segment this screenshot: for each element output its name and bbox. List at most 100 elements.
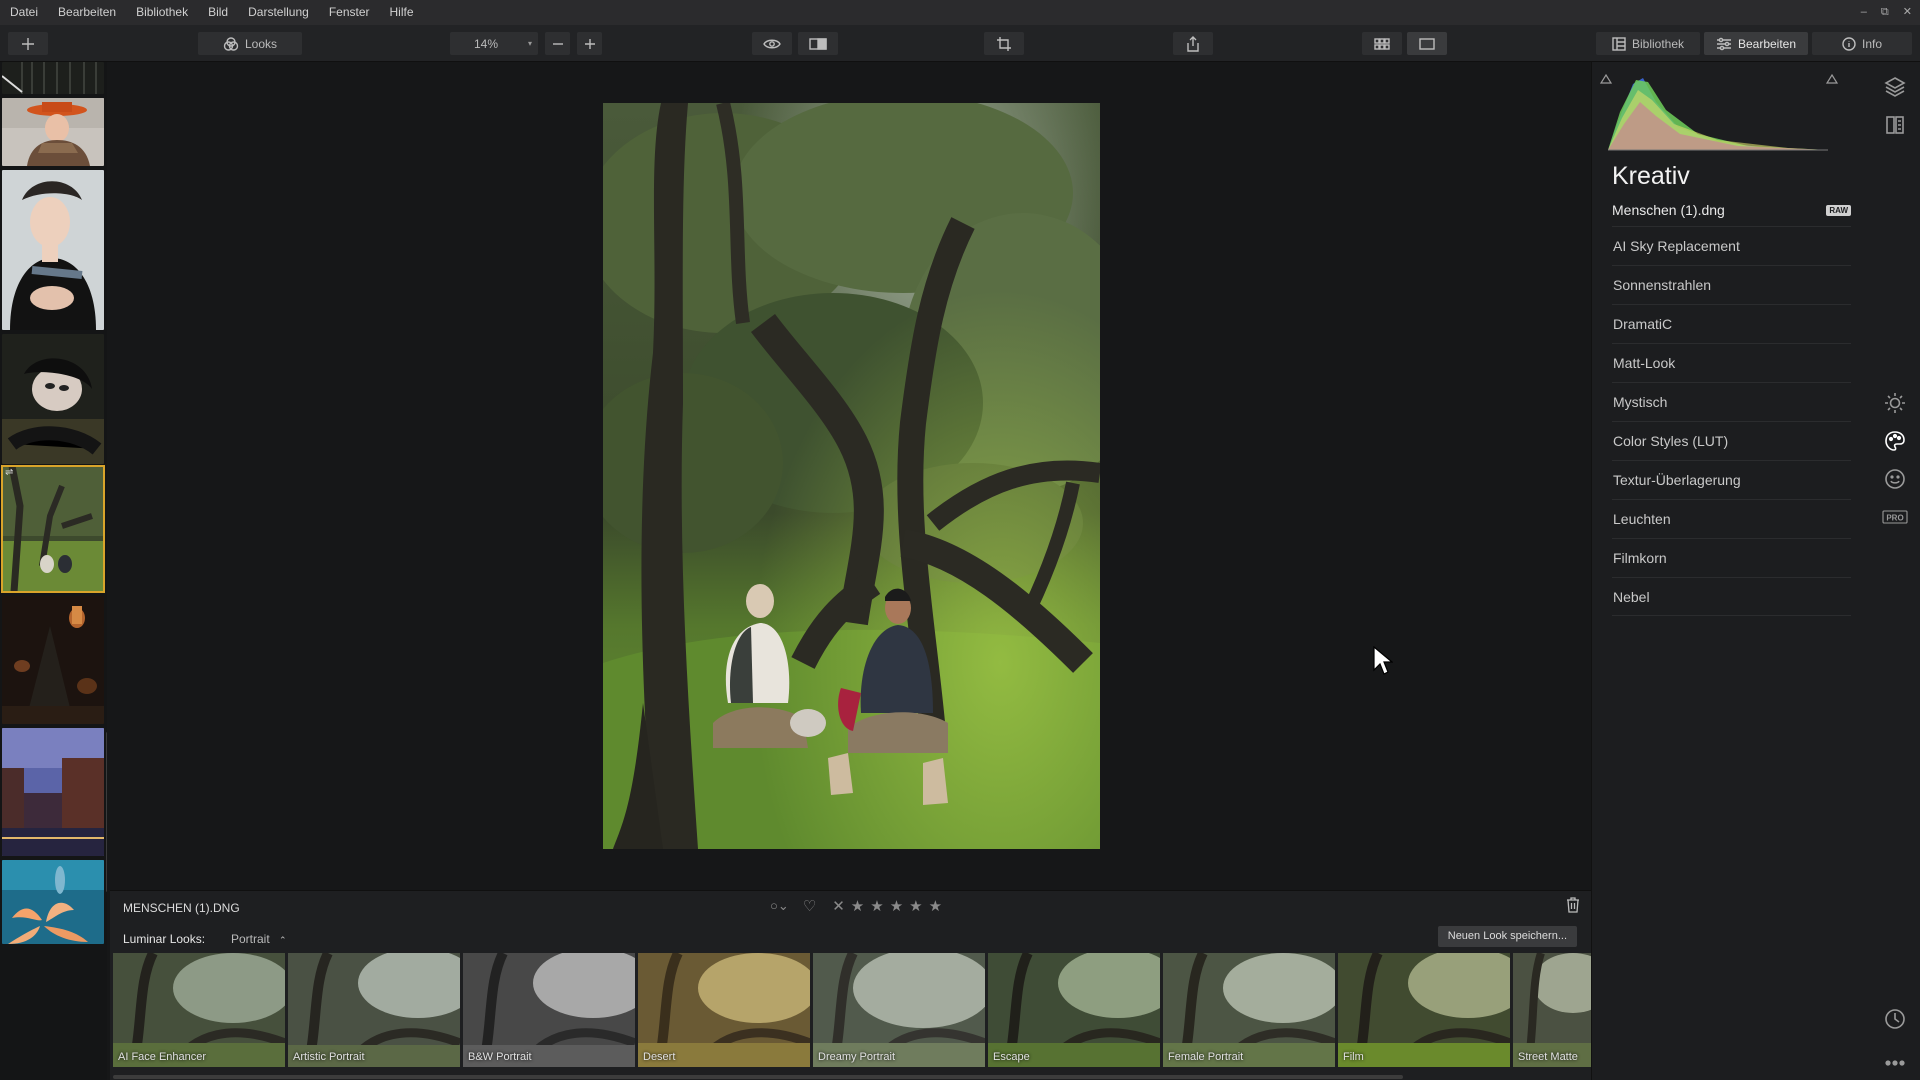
- look-preview: [463, 953, 635, 1067]
- face-icon[interactable]: [1882, 466, 1908, 492]
- looks-button[interactable]: Looks: [198, 32, 302, 55]
- star-3-icon[interactable]: ★: [890, 897, 903, 915]
- filmstrip-thumb[interactable]: [2, 596, 104, 724]
- sun-icon[interactable]: [1882, 390, 1908, 416]
- looks-strip: AI Face Enhancer Artistic Portrait B&W P…: [113, 953, 1591, 1067]
- histogram: [1608, 78, 1828, 151]
- star-4-icon[interactable]: ★: [909, 897, 922, 915]
- filmstrip-thumb[interactable]: [2, 98, 104, 166]
- look-thumb[interactable]: Desert: [638, 953, 810, 1067]
- look-title: Dreamy Portrait: [818, 1051, 896, 1063]
- look-preview: [813, 953, 985, 1067]
- look-thumb[interactable]: Escape: [988, 953, 1160, 1067]
- favorite-heart-icon[interactable]: ♡: [803, 897, 816, 915]
- grid-view-button[interactable]: [1362, 32, 1402, 55]
- compare-button[interactable]: [798, 32, 838, 55]
- tab-info[interactable]: Info: [1812, 32, 1912, 55]
- menu-bibliothek[interactable]: Bibliothek: [126, 0, 198, 25]
- look-title: AI Face Enhancer: [118, 1051, 207, 1063]
- close-icon[interactable]: ✕: [1903, 0, 1912, 25]
- preview-button[interactable]: [752, 32, 792, 55]
- library-icon: [1612, 36, 1626, 51]
- look-thumb[interactable]: AI Face Enhancer: [113, 953, 285, 1067]
- rating-bar: ○⌄ ♡ ✕ ★ ★ ★ ★ ★: [770, 897, 942, 915]
- look-thumb[interactable]: B&W Portrait: [463, 953, 635, 1067]
- tab-bearbeiten[interactable]: Bearbeiten: [1704, 32, 1808, 55]
- tool-mystisch[interactable]: Mystisch: [1612, 382, 1851, 421]
- tool-color-styles[interactable]: Color Styles (LUT): [1612, 421, 1851, 460]
- image-filename: MENSCHEN (1).DNG: [123, 901, 240, 915]
- panel-file-row: Menschen (1).dng RAW: [1612, 202, 1851, 218]
- look-thumb[interactable]: Artistic Portrait: [288, 953, 460, 1067]
- look-title: Escape: [993, 1051, 1030, 1063]
- tool-matt-look[interactable]: Matt-Look: [1612, 343, 1851, 382]
- looks-category-value: Portrait: [231, 932, 270, 946]
- tab-bibliothek[interactable]: Bibliothek: [1596, 32, 1700, 55]
- star-1-icon[interactable]: ★: [851, 897, 864, 915]
- single-view-button[interactable]: [1407, 32, 1447, 55]
- tool-textur-ueberlagerung[interactable]: Textur-Überlagerung: [1612, 460, 1851, 499]
- add-photos-button[interactable]: [8, 32, 48, 55]
- photo-image: [603, 103, 1100, 849]
- tab-bearbeiten-label: Bearbeiten: [1737, 36, 1797, 51]
- star-2-icon[interactable]: ★: [870, 897, 883, 915]
- minimize-icon[interactable]: –: [1861, 0, 1867, 25]
- menu-fenster[interactable]: Fenster: [319, 0, 380, 25]
- crop-button[interactable]: [984, 32, 1024, 55]
- reject-x-icon[interactable]: ✕: [832, 897, 845, 915]
- look-title: B&W Portrait: [468, 1051, 532, 1063]
- look-title: Female Portrait: [1168, 1051, 1244, 1063]
- tool-sonnenstrahlen[interactable]: Sonnenstrahlen: [1612, 265, 1851, 304]
- pro-icon[interactable]: PRO: [1882, 504, 1908, 530]
- menu-hilfe[interactable]: Hilfe: [380, 0, 424, 25]
- menu-bar: Datei Bearbeiten Bibliothek Bild Darstel…: [0, 0, 1920, 25]
- menu-bild[interactable]: Bild: [198, 0, 238, 25]
- look-preview: [1338, 953, 1510, 1067]
- looks-scrollbar[interactable]: [113, 1075, 1403, 1079]
- menu-darstellung[interactable]: Darstellung: [238, 0, 319, 25]
- tool-leuchten[interactable]: Leuchten: [1612, 499, 1851, 538]
- tool-nebel[interactable]: Nebel: [1612, 577, 1851, 616]
- restore-icon[interactable]: ⧉: [1881, 0, 1889, 25]
- filmstrip-thumb[interactable]: [2, 62, 104, 94]
- single-image-icon: [1419, 37, 1435, 50]
- look-thumb[interactable]: Female Portrait: [1163, 953, 1335, 1067]
- look-thumb[interactable]: Dreamy Portrait: [813, 953, 985, 1067]
- sliders-icon: [1716, 37, 1731, 50]
- look-title: Street Matte: [1518, 1051, 1578, 1063]
- save-new-look-button[interactable]: Neuen Look speichern...: [1437, 926, 1577, 947]
- filmstrip-scrollbar[interactable]: [106, 732, 107, 892]
- compare-panel-icon[interactable]: [1882, 112, 1908, 138]
- look-thumb[interactable]: Street Matte: [1513, 953, 1591, 1067]
- filmstrip-thumb[interactable]: [2, 334, 104, 464]
- share-button[interactable]: [1173, 32, 1213, 55]
- color-label-icon[interactable]: ○⌄: [770, 898, 789, 914]
- star-5-icon[interactable]: ★: [929, 897, 942, 915]
- more-icon[interactable]: [1882, 1050, 1908, 1076]
- layers-icon[interactable]: [1882, 74, 1908, 100]
- zoom-out-button[interactable]: [545, 32, 570, 55]
- filmstrip-thumb[interactable]: [2, 728, 104, 856]
- menu-datei[interactable]: Datei: [0, 0, 48, 25]
- filmstrip-thumb[interactable]: [2, 860, 104, 944]
- looks-category-select[interactable]: Portrait ⌃: [231, 932, 287, 946]
- palette-icon[interactable]: [1882, 428, 1908, 454]
- toolbar: Looks 14% ▾ Bibliothek Bearbeiten Info: [0, 25, 1920, 62]
- zoom-select[interactable]: 14% ▾: [450, 32, 538, 55]
- image-canvas[interactable]: [110, 62, 1591, 890]
- history-icon[interactable]: [1882, 1006, 1908, 1032]
- filmstrip-thumb-selected[interactable]: ⇌: [1, 465, 105, 593]
- menu-bearbeiten[interactable]: Bearbeiten: [48, 0, 126, 25]
- tab-info-label: Info: [1861, 36, 1882, 51]
- tool-dramatic[interactable]: DramatiC: [1612, 304, 1851, 343]
- tool-ai-sky-replacement[interactable]: AI Sky Replacement: [1612, 226, 1851, 265]
- filmstrip-thumb[interactable]: [2, 170, 104, 330]
- window-controls: – ⧉ ✕: [1861, 0, 1912, 25]
- luminar-looks-label: Luminar Looks:: [123, 932, 206, 946]
- eye-icon: [763, 39, 781, 48]
- look-thumb[interactable]: Film: [1338, 953, 1510, 1067]
- zoom-in-button[interactable]: [577, 32, 602, 55]
- trash-icon[interactable]: [1566, 897, 1580, 913]
- chevron-down-icon: ▾: [527, 39, 532, 48]
- tool-filmkorn[interactable]: Filmkorn: [1612, 538, 1851, 577]
